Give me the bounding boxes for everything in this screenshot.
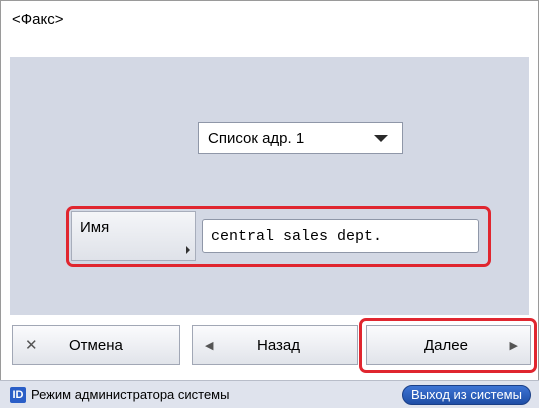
close-icon: ✕ bbox=[25, 337, 38, 354]
chevron-down-icon bbox=[374, 134, 388, 142]
submenu-arrow-icon bbox=[186, 246, 190, 254]
cancel-label: Отмена bbox=[69, 337, 123, 354]
arrow-left-icon: ◀ bbox=[205, 340, 214, 352]
address-book-dropdown[interactable]: Список адр. 1 bbox=[198, 122, 403, 154]
page-title: <Факс> bbox=[12, 11, 64, 28]
admin-mode-text: Режим администратора системы bbox=[31, 387, 230, 402]
next-button[interactable]: Далее ▶ bbox=[366, 325, 531, 365]
next-label: Далее bbox=[424, 337, 468, 354]
back-button[interactable]: ◀ Назад bbox=[192, 325, 358, 365]
arrow-right-icon: ▶ bbox=[509, 340, 518, 352]
name-input[interactable] bbox=[202, 219, 479, 253]
id-icon: ID bbox=[10, 387, 26, 403]
address-book-selected: Список адр. 1 bbox=[208, 129, 305, 147]
back-label: Назад bbox=[257, 337, 300, 354]
name-button-label: Имя bbox=[80, 219, 110, 236]
name-button[interactable]: Имя bbox=[71, 211, 196, 261]
content-panel bbox=[10, 57, 529, 315]
cancel-button[interactable]: ✕ Отмена bbox=[12, 325, 180, 365]
logout-button[interactable]: Выход из системы bbox=[402, 385, 531, 405]
status-bar: ID Режим администратора системы Выход из… bbox=[0, 380, 539, 408]
